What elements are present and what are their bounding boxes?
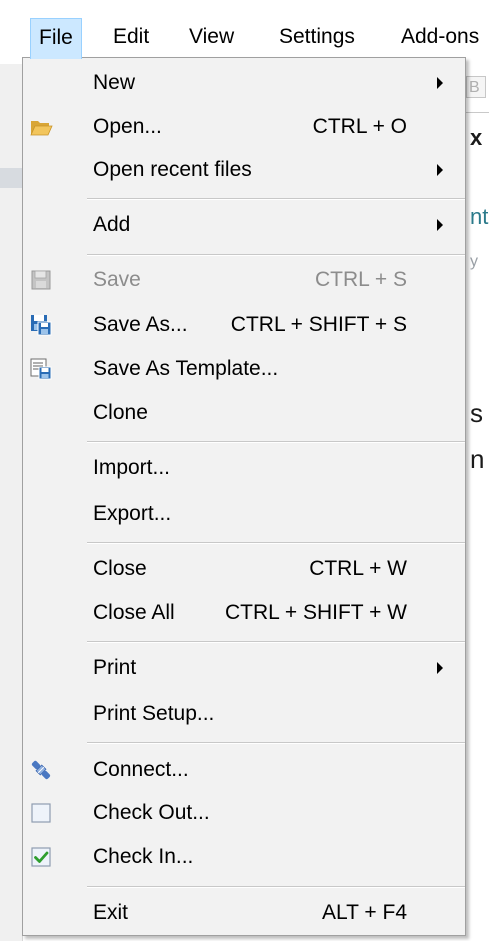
menu-item-label: Close [93, 557, 147, 580]
menu-separator [87, 441, 465, 443]
file-menu-dropdown: New Open... CTRL + O Open recent files A… [22, 57, 466, 936]
submenu-arrow-icon [437, 77, 443, 89]
menu-item-exit[interactable]: Exit ALT + F4 [23, 893, 465, 933]
menu-item-save[interactable]: Save CTRL + S [23, 260, 465, 300]
menu-item-label: Check In... [93, 845, 194, 868]
menu-item-check-out[interactable]: Check Out... [23, 793, 465, 833]
background-text-fragment: n [470, 444, 485, 474]
checkbox-unchecked-icon [29, 801, 53, 825]
menu-item-shortcut: CTRL + SHIFT + S [230, 313, 407, 336]
menu-item-new[interactable]: New [23, 63, 465, 103]
menu-item-import[interactable]: Import... [23, 448, 465, 488]
menubar-add-ons[interactable]: Add-ons [393, 18, 487, 56]
menu-item-export[interactable]: Export... [23, 494, 465, 534]
menu-separator [87, 886, 465, 888]
menu-item-open-recent-files[interactable]: Open recent files [23, 150, 465, 190]
submenu-arrow-icon [437, 164, 443, 176]
menu-item-close-all[interactable]: Close All CTRL + SHIFT + W [23, 593, 465, 633]
menu-item-label: Open... [93, 115, 162, 138]
menu-item-connect[interactable]: Connect... [23, 750, 465, 790]
menu-item-label: Import... [93, 456, 171, 479]
menu-item-label: Save As Template... [93, 357, 279, 380]
background-text-fragment: y [470, 253, 478, 270]
menu-item-open[interactable]: Open... CTRL + O [23, 107, 465, 147]
menu-item-label: Print Setup... [93, 702, 215, 725]
menu-item-shortcut: CTRL + O [312, 115, 407, 138]
background-left-panel [0, 64, 23, 941]
menu-item-label: Close All [93, 601, 175, 624]
menu-item-clone[interactable]: Clone [23, 393, 465, 433]
menu-item-label: Save [93, 268, 141, 291]
save-as-icon [29, 313, 53, 337]
menu-item-label: Clone [93, 401, 148, 424]
menu-item-label: Open recent files [93, 158, 252, 181]
background-text-fragment: nt [470, 204, 489, 229]
menubar-view[interactable]: View [181, 18, 242, 56]
menu-item-label: Export... [93, 502, 172, 525]
menu-item-label: New [93, 71, 136, 94]
menu-separator [87, 542, 465, 544]
background-divider [466, 112, 489, 113]
menu-item-shortcut: CTRL + S [315, 268, 407, 291]
menu-separator [87, 198, 465, 200]
menu-item-add[interactable]: Add [23, 205, 465, 245]
menubar-settings[interactable]: Settings [271, 18, 363, 56]
menu-separator [87, 254, 465, 256]
connect-plug-icon [29, 758, 53, 782]
menubar-file[interactable]: File [30, 18, 82, 59]
background-selected-row [0, 168, 22, 188]
menu-item-save-as-template[interactable]: Save As Template... [23, 349, 465, 389]
menu-item-close[interactable]: Close CTRL + W [23, 549, 465, 589]
menu-item-check-in[interactable]: Check In... [23, 837, 465, 877]
menu-item-print-setup[interactable]: Print Setup... [23, 694, 465, 734]
menu-item-label: Check Out... [93, 801, 210, 824]
menu-separator [87, 641, 465, 643]
folder-open-icon [29, 115, 53, 139]
menu-separator [87, 742, 465, 744]
save-as-template-icon [29, 357, 53, 381]
menu-item-shortcut: CTRL + SHIFT + W [224, 601, 407, 624]
menu-item-save-as[interactable]: Save As... CTRL + SHIFT + S [23, 305, 465, 345]
menu-item-print[interactable]: Print [23, 648, 465, 688]
menu-bar: File Edit View Settings Add-ons [0, 0, 489, 59]
background-tab-close-text: x [470, 125, 483, 150]
menu-item-label: Print [93, 656, 137, 679]
checkbox-checked-icon [29, 845, 53, 869]
menu-item-shortcut: CTRL + W [309, 557, 407, 580]
menu-item-shortcut: ALT + F4 [321, 901, 407, 924]
submenu-arrow-icon [437, 662, 443, 674]
menu-item-label: Save As... [93, 313, 188, 336]
menu-item-label: Exit [93, 901, 129, 924]
menu-item-label: Add [93, 213, 131, 236]
background-text-fragment: s [470, 398, 483, 428]
floppy-disk-icon [29, 268, 53, 292]
background-toolbar-box: B [466, 76, 486, 98]
menu-item-label: Connect... [93, 758, 189, 781]
menubar-edit[interactable]: Edit [105, 18, 157, 56]
submenu-arrow-icon [437, 219, 443, 231]
